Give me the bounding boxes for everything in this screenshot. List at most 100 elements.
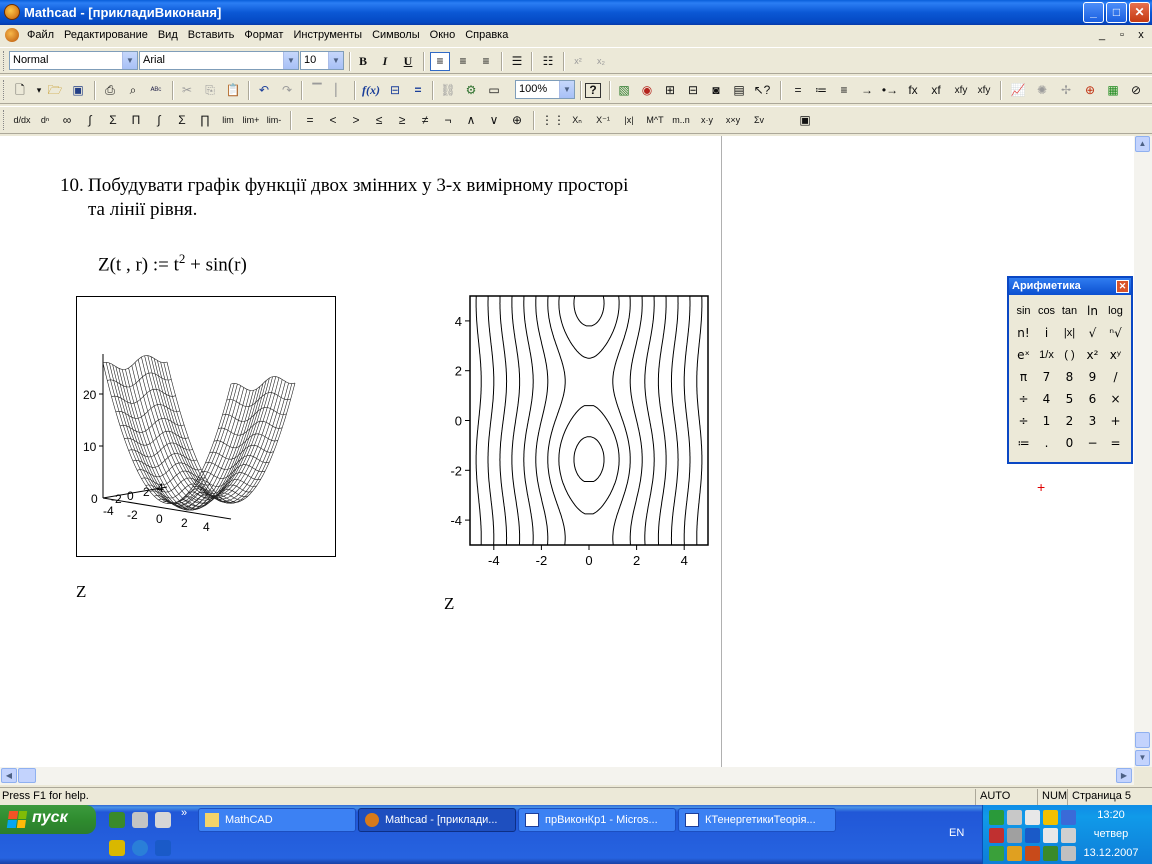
numbered-list-icon[interactable]: ☷ [538,52,558,71]
horizontal-scrollbar[interactable]: ◀ ▶ [0,767,1134,785]
derivative-icon[interactable]: d/dx [12,111,32,130]
picture-icon[interactable]: ▣ [795,111,815,130]
chevron-down-icon[interactable]: ▼ [328,52,343,69]
palette-key[interactable]: = [1104,432,1127,454]
boolean-operator-button[interactable]: ≤ [369,111,389,130]
menu-item[interactable]: Окно [425,25,461,45]
new-document-icon[interactable]: 🗋 [10,81,30,100]
arithmetic-palette[interactable]: Арифметика ✕ sin cos tan ln log n! i |x| √ ⁿ√ eˣ 1/… [1007,276,1133,464]
evaluation-symbol-button[interactable]: ≔ [811,81,831,100]
evaluation-symbol-button[interactable]: → [857,81,877,100]
redo-icon[interactable]: ↷ [277,81,297,100]
palette-key[interactable]: n! [1012,322,1035,344]
palette-key[interactable]: log [1104,300,1127,322]
matrix-operator-button[interactable]: x·y [695,111,719,130]
palette-key[interactable]: 1/x [1035,344,1058,366]
tray-icon[interactable] [989,828,1004,843]
graph-3d-bar-icon[interactable]: ▦ [1103,81,1123,100]
mdi-restore-button[interactable]: ▫ [1115,28,1129,42]
bullet-list-icon[interactable]: ☰ [507,52,527,71]
save-icon[interactable]: ▣ [68,81,88,100]
toolbar-grip[interactable] [3,80,6,100]
document-icon[interactable] [5,28,19,42]
menu-item[interactable]: Справка [460,25,513,45]
graph-vector-icon[interactable]: ⊘ [1126,81,1146,100]
matrix-operator-button[interactable]: |x| [617,111,641,130]
start-button[interactable]: пуск [0,805,96,834]
palette-key[interactable]: 7 [1035,366,1058,388]
boolean-operator-button[interactable]: ≥ [392,111,412,130]
palette-key[interactable]: √ [1081,322,1104,344]
insert-matrix-icon[interactable]: ⋮⋮ [541,111,565,130]
matrix-operator-button[interactable]: m..n [669,111,693,130]
evaluation-symbol-button[interactable]: fx [903,81,923,100]
range-product-icon[interactable]: Π [126,111,146,130]
menu-item[interactable]: Файл [22,25,59,45]
summation-icon[interactable]: Σ [172,111,192,130]
task-word-document-1[interactable]: прВиконКр1 - Micros... [518,808,676,832]
tray-icon[interactable] [1061,846,1076,861]
menu-item[interactable]: Инструменты [288,25,367,45]
graph-xy-icon[interactable]: 📈 [1008,81,1028,100]
subscript-button[interactable]: x₂ [591,52,611,71]
palette-key[interactable]: |x| [1058,322,1081,344]
surface-plot-label[interactable]: Z [76,582,86,602]
palette-key[interactable]: i [1035,322,1058,344]
evaluation-symbol-button[interactable]: ≡ [834,81,854,100]
palette-key[interactable]: x² [1081,344,1104,366]
function-definition[interactable]: Z(t , r) := t2 + sin(r) [98,251,247,276]
open-folder-icon[interactable]: 🗁 [45,81,65,100]
menu-item[interactable]: Формат [239,25,288,45]
graph-contour-icon[interactable]: ⊕ [1080,81,1100,100]
insert-hyperlink-icon[interactable]: ⛓ [438,81,458,100]
task-mathcad-window[interactable]: Mathcad - [приклади... [358,808,516,832]
palette-key[interactable]: × [1104,388,1127,410]
palette-key[interactable]: / [1104,366,1127,388]
cut-icon[interactable]: ✂ [177,81,197,100]
definite-integral-icon[interactable]: ∫ [80,111,100,130]
print-preview-icon[interactable]: ⌕ [123,81,143,100]
tray-icon[interactable] [1043,828,1058,843]
bold-button[interactable]: B [353,52,373,71]
quicklaunch-app-icon[interactable] [155,812,171,828]
matrix-toolbar-icon[interactable]: ⊞ [660,81,680,100]
quicklaunch-chevron-icon[interactable]: » [181,807,187,819]
worksheet[interactable]: 10. Побудувати графік функції двох змінни… [0,136,1134,767]
boolean-operator-button[interactable]: ⊕ [507,111,527,130]
limit-icon[interactable]: lim [218,111,238,130]
mathcad-app-icon[interactable] [4,4,20,20]
palette-key[interactable]: 2 [1058,410,1081,432]
graph-surface-icon[interactable]: ✢ [1056,81,1076,100]
menu-item[interactable]: Вид [153,25,183,45]
palette-key[interactable]: xʸ [1104,344,1127,366]
evaluation-symbol-button[interactable]: = [788,81,808,100]
matrix-operator-button[interactable]: Σv [747,111,771,130]
task-word-document-2[interactable]: КТенергетикиТеорія... [678,808,836,832]
boolean-operator-button[interactable]: = [300,111,320,130]
tray-icon[interactable] [1007,828,1022,843]
component-wizard-icon[interactable]: ⚙ [461,81,481,100]
scroll-right-icon[interactable]: ▶ [1116,768,1132,783]
calculate-icon[interactable]: = [408,81,428,100]
graph-polar-icon[interactable]: ✺ [1032,81,1052,100]
task-text-region[interactable]: 10. Побудувати графік функції двох змінни… [60,174,710,222]
tray-icon[interactable] [1061,828,1076,843]
palette-key[interactable]: − [1081,432,1104,454]
tray-icon[interactable] [1025,828,1040,843]
menu-item[interactable]: Редактирование [59,25,153,45]
palette-key[interactable]: tan [1058,300,1081,322]
palette-key[interactable]: 0 [1058,432,1081,454]
evaluation-symbol-button[interactable]: xf [926,81,946,100]
boolean-operator-button[interactable]: ∨ [484,111,504,130]
programming-toolbar-icon[interactable]: ⊟ [683,81,703,100]
boolean-toolbar-icon[interactable]: ▤ [729,81,749,100]
quicklaunch-tool-icon[interactable] [132,812,148,828]
surface-plot[interactable]: 20 10 0 -2 0 2 4 -4 -2 0 2 4 [76,296,336,557]
evaluation-symbol-button[interactable]: •→ [880,81,900,100]
toolbar-grip[interactable] [3,51,6,71]
style-select[interactable]: Normal ▼ [9,51,138,70]
boolean-operator-button[interactable]: ≠ [415,111,435,130]
tray-icon[interactable] [1043,810,1058,825]
print-icon[interactable]: ⎙ [100,81,120,100]
evaluation-symbol-button[interactable]: xfy [972,81,996,100]
